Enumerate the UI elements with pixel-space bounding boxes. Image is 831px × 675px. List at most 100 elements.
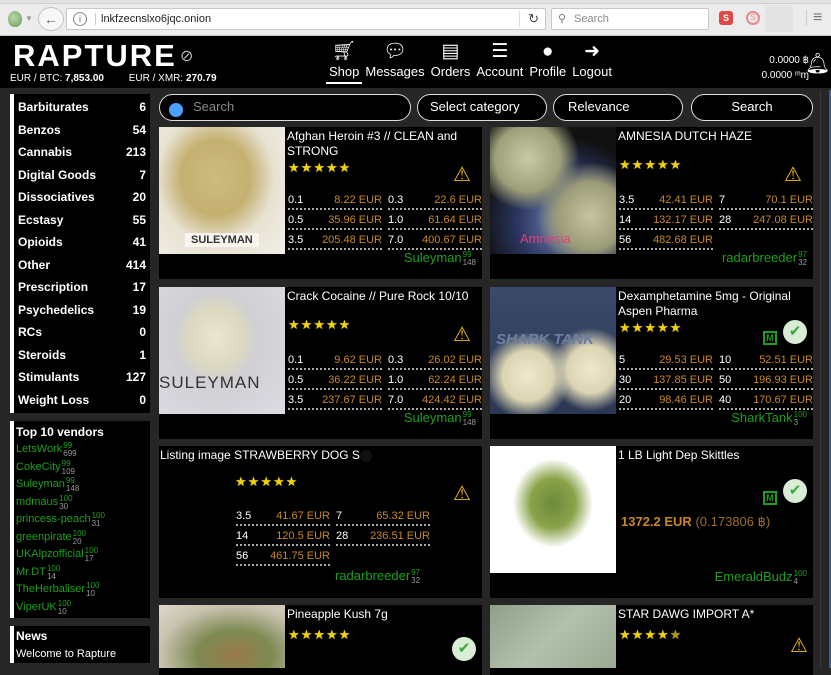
price-row[interactable]: 28 236.51 EUR — [336, 526, 430, 546]
tor-onion-icon[interactable] — [8, 11, 22, 27]
category-item[interactable]: Opioids 41 — [18, 231, 150, 254]
vendor-link[interactable]: greenpirate 100 20 — [16, 529, 150, 547]
listing-image[interactable] — [159, 605, 285, 668]
price-row[interactable]: 0.3 26.02 EUR — [388, 350, 482, 370]
sort-select[interactable]: Relevance — [553, 94, 683, 121]
address-bar[interactable]: i lnkfzecnslxo6jqc.onion ↻ — [66, 8, 546, 30]
listing-card[interactable]: SULEYMAN Afghan Heroin #3 // CLEAN and ST… — [159, 127, 482, 279]
extension-slot[interactable] — [765, 5, 793, 32]
category-item[interactable]: Stimulants 127 — [18, 366, 150, 389]
listing-title[interactable]: STAR DAWG IMPORT A* — [618, 607, 810, 622]
price-row[interactable]: 50 196.93 EUR — [719, 370, 813, 390]
listing-card[interactable]: Listing image STRAWBERRY DOG S ★★★★★ ⚠ 3.5 4… — [159, 446, 482, 598]
listing-card[interactable]: 1 LB Light Dep Skittles ✔ M 1372.2 EUR (0.1… — [490, 446, 813, 598]
price-row[interactable]: 0.1 9.62 EUR — [288, 350, 382, 370]
vendor-link[interactable]: ViperUK 100 10 — [16, 599, 150, 617]
price-row[interactable]: 20 98.46 EUR — [619, 390, 713, 410]
listing-vendor[interactable]: EmeraldBudz 100 4 — [715, 569, 807, 586]
price-row[interactable]: 10 52.51 EUR — [719, 350, 813, 370]
price-row[interactable]: 0.5 36.22 EUR — [288, 370, 382, 390]
nav-profile[interactable]: ● Profile — [526, 40, 569, 84]
category-item[interactable]: Prescription 17 — [18, 276, 150, 299]
vendor-link[interactable]: mdmaus 100 30 — [16, 494, 150, 512]
price-row[interactable]: 0.5 35.96 EUR — [288, 210, 382, 230]
browser-search-input[interactable]: ⚲ Search — [551, 8, 709, 30]
site-logo[interactable]: RAPTURE — [13, 38, 177, 74]
category-item[interactable]: Digital Goods 7 — [18, 164, 150, 187]
listing-title[interactable]: 1 LB Light Dep Skittles — [618, 448, 810, 463]
bell-icon[interactable]: 🔔︎ — [805, 51, 830, 76]
noscript-icon[interactable]: S — [746, 11, 760, 25]
vendor-link[interactable]: princess-peach 100 31 — [16, 511, 150, 529]
listing-title[interactable]: Pineapple Kush 7g — [287, 607, 479, 622]
price-row[interactable]: 3.5 237.67 EUR — [288, 390, 382, 410]
vendor-link[interactable]: LetsWork 99 699 — [16, 441, 150, 459]
category-item[interactable]: Barbiturates 6 — [18, 96, 150, 119]
nav-account[interactable]: ☰ Account — [473, 40, 526, 84]
price-row[interactable]: 56 482.68 EUR — [619, 230, 713, 250]
price-row[interactable]: 3.5 42.41 EUR — [619, 190, 713, 210]
listing-card[interactable]: SULEYMAN Crack Cocaine // Pure Rock 10/10… — [159, 287, 482, 439]
category-item[interactable]: Weight Loss 0 — [18, 389, 150, 412]
price-row[interactable]: 7 65.32 EUR — [336, 506, 430, 526]
category-item[interactable]: Benzos 54 — [18, 119, 150, 142]
listing-vendor[interactable]: radarbreeder 97 32 — [722, 250, 807, 267]
price-row[interactable]: 3.5 41.67 EUR — [236, 506, 330, 526]
listing-vendor[interactable]: radarbreeder 97 32 — [335, 568, 420, 585]
listing-card[interactable]: Pineapple Kush 7g ★★★★★ ✔ — [159, 605, 482, 675]
listing-card[interactable]: Amnesia AMNESIA DUTCH HAZE ★★★★★ ⚠ 3.5 42.41 … — [490, 127, 813, 279]
price-row[interactable]: 0.3 22.6 EUR — [388, 190, 482, 210]
listing-title[interactable]: Afghan Heroin #3 // CLEAN and STRONG — [287, 129, 479, 159]
listing-title[interactable]: Listing image STRAWBERRY DOG S — [160, 448, 480, 463]
reload-button[interactable]: ↻ — [519, 11, 539, 27]
price-row[interactable]: 0.1 8.22 EUR — [288, 190, 382, 210]
back-button[interactable]: ← — [38, 7, 64, 31]
price-row[interactable]: 30 137.85 EUR — [619, 370, 713, 390]
price-row[interactable]: 3.5 205.48 EUR — [288, 230, 382, 250]
listing-image[interactable]: SULEYMAN — [159, 127, 285, 254]
listing-card[interactable]: SHARK TANK Dexamphetamine 5mg - Original … — [490, 287, 813, 439]
url-text[interactable]: lnkfzecnslxo6jqc.onion — [95, 13, 211, 25]
price-row[interactable]: 56 461.75 EUR — [236, 546, 330, 566]
category-item[interactable]: Other 414 — [18, 254, 150, 277]
hamburger-menu-icon[interactable]: ≡ — [806, 10, 822, 26]
nav-orders[interactable]: ▤ Orders — [428, 40, 474, 84]
listing-image[interactable] — [490, 446, 616, 573]
info-icon[interactable]: i — [73, 12, 87, 26]
extension-s-icon[interactable]: S — [719, 11, 733, 25]
nav-messages[interactable]: 💬︎ Messages — [362, 40, 427, 84]
nav-logout[interactable]: ➜ Logout — [569, 40, 615, 84]
category-item[interactable]: Steroids 1 — [18, 344, 150, 367]
listing-image[interactable] — [490, 605, 616, 668]
category-item[interactable]: Psychedelics 19 — [18, 299, 150, 322]
search-button[interactable]: Search — [691, 94, 813, 121]
price-row[interactable]: 28 247.08 EUR — [719, 210, 813, 230]
price-row[interactable]: 1.0 61.64 EUR — [388, 210, 482, 230]
category-select[interactable]: Select category — [417, 94, 547, 121]
listing-vendor[interactable]: Suleyman 99 148 — [404, 410, 476, 427]
category-item[interactable]: RCs 0 — [18, 321, 150, 344]
listing-image[interactable]: Amnesia — [490, 127, 616, 254]
news-item[interactable]: Welcome to Rapture — [16, 648, 150, 660]
category-item[interactable]: Ecstasy 55 — [18, 209, 150, 232]
vendor-link[interactable]: Suleyman 99 148 — [16, 476, 150, 494]
listing-search-input[interactable]: Search — [159, 94, 411, 121]
chevron-down-icon[interactable]: ▼ — [25, 14, 33, 23]
price-row[interactable]: 14 132.17 EUR — [619, 210, 713, 230]
vendor-link[interactable]: TheHerbaliser 100 10 — [16, 581, 150, 599]
category-item[interactable]: Cannabis 213 — [18, 141, 150, 164]
listing-image[interactable]: SULEYMAN — [159, 287, 285, 414]
vendor-link[interactable]: Mr.DT 100 14 — [16, 564, 150, 582]
listing-title[interactable]: Dexamphetamine 5mg - Original Aspen Phar… — [618, 289, 810, 319]
page-scrollbar[interactable] — [820, 90, 831, 668]
price-row[interactable]: 14 120.5 EUR — [236, 526, 330, 546]
price-row[interactable]: 1.0 62.24 EUR — [388, 370, 482, 390]
price-row[interactable]: 7.0 400.67 EUR — [388, 230, 482, 250]
category-item[interactable]: Dissociatives 20 — [18, 186, 150, 209]
nav-shop[interactable]: 🛒︎ Shop — [326, 40, 363, 84]
price-row[interactable]: 7 70.1 EUR — [719, 190, 813, 210]
listing-vendor[interactable]: SharkTank 100 3 — [731, 410, 807, 427]
vendor-link[interactable]: UKAlpzofficial 100 17 — [16, 546, 150, 564]
vendor-link[interactable]: CokeCity 99 109 — [16, 459, 150, 477]
listing-card[interactable]: STAR DAWG IMPORT A* ★★★★★ ⚠ — [490, 605, 813, 675]
